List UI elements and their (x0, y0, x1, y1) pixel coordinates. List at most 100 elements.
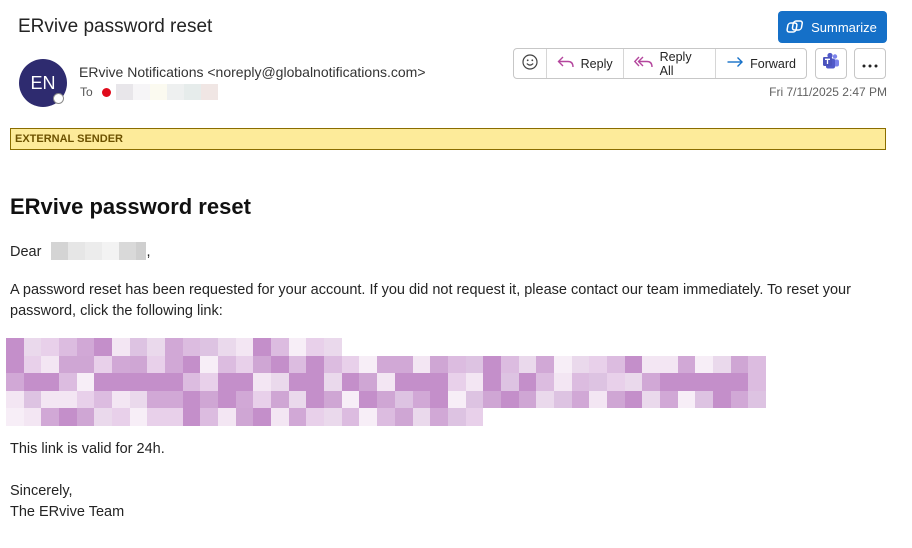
mosaic-cell (483, 408, 501, 426)
mosaic-cell (341, 373, 360, 391)
mosaic-cell (430, 355, 448, 374)
mosaic-cell (306, 408, 325, 426)
mosaic-cell (412, 355, 431, 374)
mosaic-cell (712, 390, 731, 409)
mosaic-cell (359, 355, 378, 374)
mosaic-cell (536, 408, 554, 426)
mosaic-cell (571, 408, 590, 426)
mosaic-cell (536, 338, 554, 356)
to-label: To (80, 85, 93, 99)
mosaic-cell (129, 390, 148, 409)
sender-name[interactable]: ERvive Notifications <noreply@globalnoti… (79, 64, 426, 80)
mosaic-cell (430, 338, 448, 356)
mosaic-cell (606, 338, 625, 356)
ellipsis-icon (862, 55, 878, 73)
forward-button[interactable]: Forward (716, 49, 806, 78)
mosaic-cell (730, 408, 749, 426)
mosaic-cell (677, 355, 696, 374)
mosaic-cell (129, 373, 148, 391)
mosaic-cell (112, 373, 130, 391)
mosaic-cell (483, 355, 501, 374)
mosaic-cell (41, 355, 60, 374)
mosaic-cell (730, 338, 749, 356)
mosaic-cell (341, 390, 360, 409)
mosaic-cell (129, 338, 148, 356)
mosaic-cell (695, 355, 713, 374)
mosaic-cell (712, 373, 731, 391)
mosaic-cell (642, 390, 660, 409)
presence-status-icon (53, 93, 64, 104)
mosaic-cell (94, 408, 113, 426)
mosaic-cell (465, 408, 484, 426)
mosaic-cell (59, 355, 77, 374)
mosaic-cell (341, 355, 360, 374)
react-button[interactable] (514, 49, 547, 78)
copilot-icon (786, 19, 804, 35)
mosaic-cell (624, 390, 643, 409)
mosaic-cell (730, 390, 749, 409)
mosaic-cell (571, 390, 590, 409)
mosaic-cell (165, 355, 183, 374)
mosaic-cell (483, 373, 501, 391)
mosaic-cell (359, 373, 378, 391)
mosaic-cell (94, 338, 113, 356)
mosaic-cell (748, 355, 766, 374)
mosaic-cell (218, 373, 236, 391)
mosaic-cell (712, 338, 731, 356)
reply-all-button[interactable]: Reply All (624, 49, 717, 78)
email-subject: ERvive password reset (18, 16, 213, 37)
mosaic-cell (518, 373, 537, 391)
message-actions: Reply Reply All Forward (513, 48, 807, 79)
mosaic-cell (624, 373, 643, 391)
mosaic-cell (23, 408, 42, 426)
mosaic-cell (94, 373, 113, 391)
forward-label: Forward (750, 56, 796, 71)
mosaic-cell (200, 338, 219, 356)
mosaic-cell (447, 355, 466, 374)
mosaic-cell (59, 390, 77, 409)
mosaic-cell (695, 390, 713, 409)
mosaic-cell (76, 408, 95, 426)
reply-arrow-icon (557, 55, 575, 72)
reply-button[interactable]: Reply (547, 49, 624, 78)
mosaic-cell (23, 390, 42, 409)
more-options-button[interactable] (854, 48, 886, 79)
mosaic-cell (394, 408, 413, 426)
smiley-icon (522, 54, 538, 73)
mosaic-cell (748, 373, 766, 391)
redacted-recipient (115, 84, 218, 100)
mosaic-cell (465, 390, 484, 409)
mosaic-cell (518, 408, 537, 426)
greeting-prefix: Dear (10, 244, 42, 260)
mosaic-cell (324, 373, 342, 391)
mosaic-cell (306, 355, 325, 374)
mosaic-cell (76, 390, 95, 409)
redacted-reset-link[interactable] (6, 338, 766, 426)
mosaic-cell (500, 373, 519, 391)
mosaic-cell (394, 390, 413, 409)
busy-presence-icon (101, 87, 111, 97)
mosaic-cell (112, 355, 130, 374)
mosaic-cell (218, 355, 236, 374)
mosaic-cell (377, 338, 395, 356)
mosaic-cell (642, 408, 660, 426)
mosaic-cell (253, 338, 272, 356)
teams-button[interactable] (815, 48, 847, 79)
mosaic-cell (341, 408, 360, 426)
mosaic-cell (642, 373, 660, 391)
mosaic-cell (288, 338, 307, 356)
mosaic-cell (6, 390, 24, 409)
mosaic-cell (412, 390, 431, 409)
mosaic-cell (377, 390, 395, 409)
mosaic-cell (182, 338, 201, 356)
summarize-button[interactable]: Summarize (778, 11, 887, 43)
mosaic-cell (182, 373, 201, 391)
mosaic-cell (606, 373, 625, 391)
mosaic-cell (430, 390, 448, 409)
mosaic-cell (642, 338, 660, 356)
mosaic-cell (271, 373, 289, 391)
mosaic-cell (23, 355, 42, 374)
mosaic-cell (112, 390, 130, 409)
mosaic-cell (324, 408, 342, 426)
mosaic-cell (147, 373, 166, 391)
